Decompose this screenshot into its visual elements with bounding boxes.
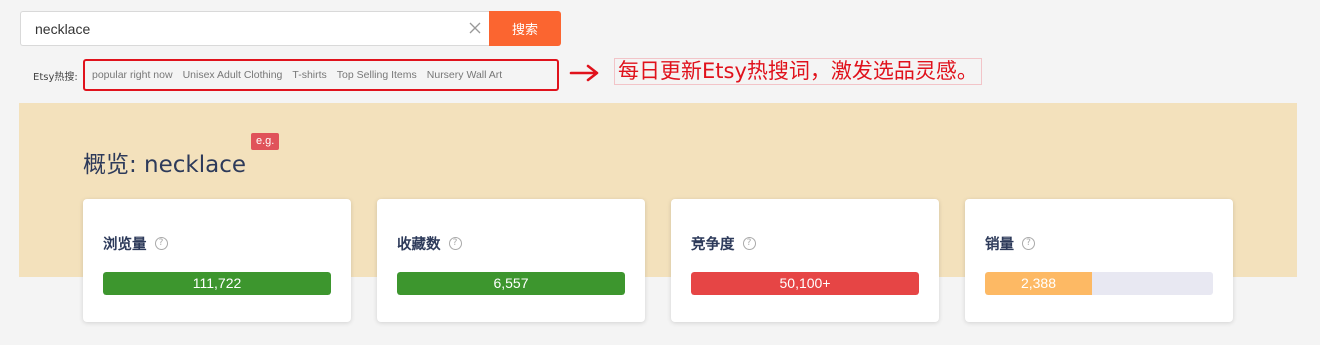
metric-bar: 2,388 [985, 272, 1213, 295]
question-circle-icon[interactable]: ? [448, 237, 462, 250]
metric-title: 竞争度 ? [691, 233, 756, 254]
metric-bar: 111,722 [103, 272, 331, 295]
search-box[interactable] [20, 11, 490, 46]
search-input[interactable] [21, 12, 461, 45]
metric-label: 竞争度 [691, 237, 735, 253]
metric-bar: 6,557 [397, 272, 625, 295]
hot-search-tag[interactable]: Top Selling Items [337, 69, 417, 81]
hot-search-tag[interactable]: popular right now [92, 69, 173, 81]
metric-label: 浏览量 [103, 237, 147, 253]
search-button[interactable]: 搜索 [489, 11, 561, 46]
hot-searches-box: popular right now Unisex Adult Clothing … [83, 59, 559, 91]
metric-card-competition: 竞争度 ? 50,100+ [671, 199, 939, 322]
metric-value: 50,100+ [779, 275, 831, 291]
hot-searches-label: Etsy热搜: [33, 72, 78, 83]
close-icon[interactable] [468, 21, 482, 35]
metric-card-views: 浏览量 ? 111,722 [83, 199, 351, 322]
metric-label: 收藏数 [397, 237, 441, 253]
metric-title: 销量 ? [985, 233, 1035, 254]
hot-search-tag[interactable]: Unisex Adult Clothing [183, 69, 283, 81]
arrow-right-icon [569, 64, 599, 82]
metric-label: 销量 [985, 237, 1014, 253]
metric-bar: 50,100+ [691, 272, 919, 295]
hot-search-tag[interactable]: T-shirts [292, 69, 326, 81]
metric-title: 浏览量 ? [103, 233, 168, 254]
metric-value: 111,722 [192, 275, 242, 291]
overview-title: 概览: necklace [83, 152, 247, 178]
question-circle-icon[interactable]: ? [154, 237, 168, 250]
metric-title: 收藏数 ? [397, 233, 462, 254]
metric-card-favorites: 收藏数 ? 6,557 [377, 199, 645, 322]
hot-search-tag[interactable]: Nursery Wall Art [427, 69, 502, 81]
question-circle-icon[interactable]: ? [742, 237, 756, 250]
metric-value: 6,557 [493, 275, 529, 291]
question-circle-icon[interactable]: ? [1022, 237, 1035, 250]
example-badge: e.g. [251, 133, 280, 150]
annotation-text: 每日更新Etsy热搜词，激发选品灵感。 [614, 58, 982, 85]
metric-value: 2,388 [1020, 275, 1057, 291]
metric-card-sales: 销量 ? 2,388 [965, 199, 1233, 322]
